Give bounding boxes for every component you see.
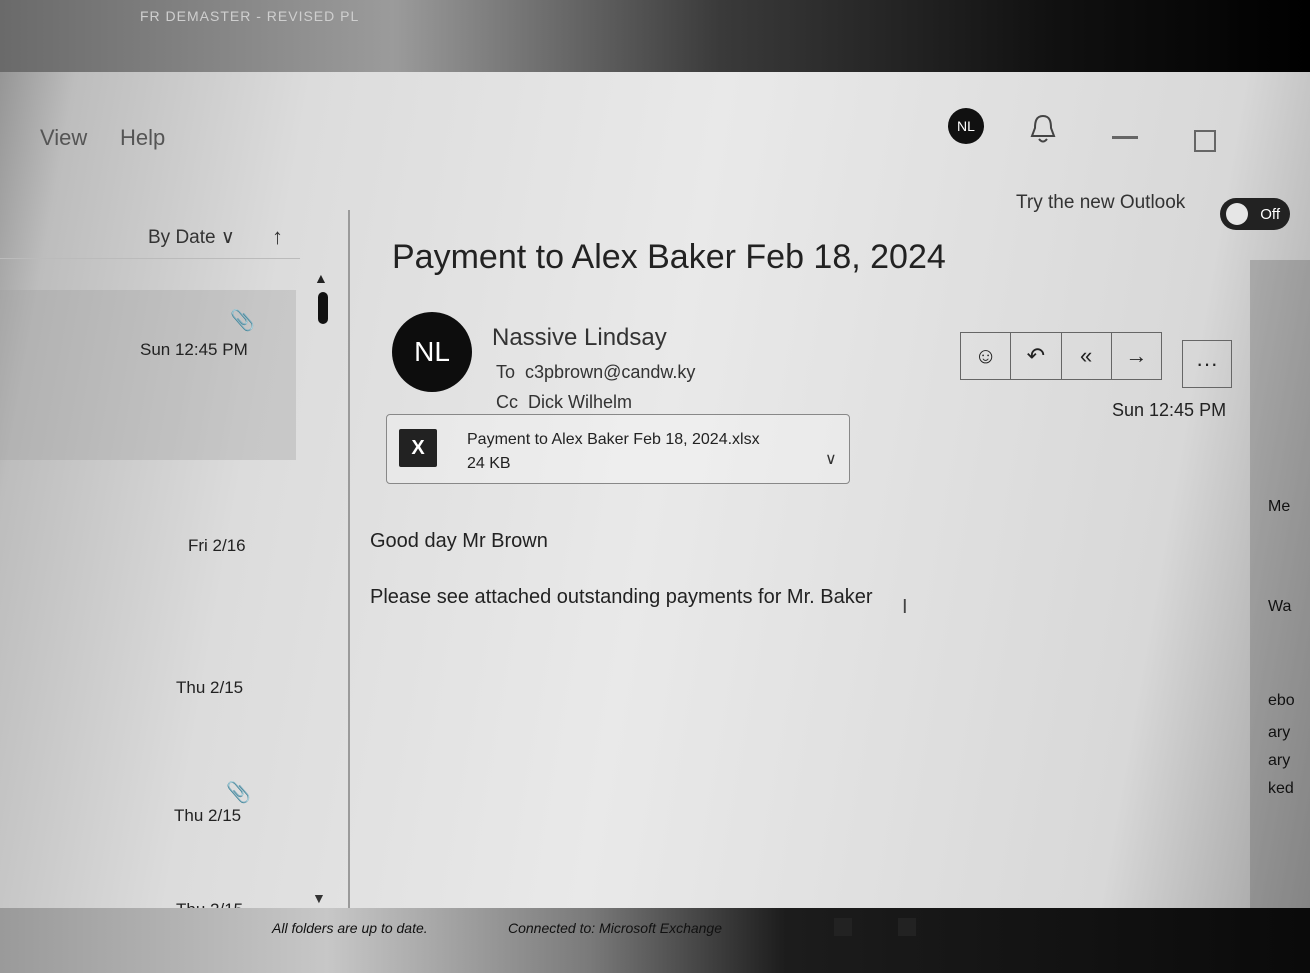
title-bar-text: FR DEMASTER - REVISED PL [140,8,360,24]
message-list: By Date ∨ ↑ 📎 Sun 12:45 PM Fri 2/16 Thu … [0,200,345,945]
to-line: To c3pbrown@candw.ky [496,362,695,383]
reading-view-icon[interactable] [898,918,916,936]
more-actions-button[interactable]: ··· [1182,340,1232,388]
edge-text: ked [1268,780,1294,797]
edge-text: Me [1268,498,1291,515]
list-item-date[interactable]: Thu 2/15 [174,806,241,826]
reading-pane: Payment to Alex Baker Feb 18, 2024 NL Na… [350,200,1290,940]
list-item-date[interactable]: Sun 12:45 PM [140,340,248,360]
paperclip-icon: 📎 [230,310,255,332]
title-bar: FR DEMASTER - REVISED PL [0,0,1310,72]
maximize-icon[interactable] [1194,130,1216,152]
status-sync: All folders are up to date. [272,920,428,936]
reply-button[interactable]: ↶ [1011,333,1062,379]
menu-help[interactable]: Help [120,125,165,151]
reply-all-button[interactable]: « [1062,333,1112,379]
to-label: To [496,362,516,382]
sort-direction-icon[interactable]: ↑ [272,224,283,250]
minimize-icon[interactable] [1112,136,1138,139]
sender-avatar[interactable]: NL [392,312,472,392]
list-item-date[interactable]: Fri 2/16 [188,536,246,556]
list-item-date[interactable]: Thu 2/15 [176,678,243,698]
excel-file-icon: X [399,429,437,467]
message-date: Sun 12:45 PM [1112,400,1227,420]
text-cursor-icon: I [902,596,908,618]
sort-by-date[interactable]: By Date ∨ [148,226,235,249]
normal-view-icon[interactable] [834,918,852,936]
outlook-window: FR DEMASTER - REVISED PL View Help NL Tr… [0,0,1310,973]
menu-bar: View Help [0,95,1310,165]
list-header-divider [0,258,300,259]
attachment-size: 24 KB [467,455,511,472]
message-subject: Payment to Alex Baker Feb 18, 2024 [392,238,946,276]
cc-label: Cc [496,392,518,412]
message-body-text: Please see attached outstanding payments… [370,586,873,608]
bell-icon[interactable] [1028,112,1058,146]
attachment-name: Payment to Alex Baker Feb 18, 2024.xlsx [467,431,760,448]
chevron-down-icon[interactable]: ∨ [825,449,837,469]
scroll-down-icon[interactable]: ▼ [312,890,326,906]
to-recipient[interactable]: c3pbrown@candw.ky [525,362,695,382]
forward-button[interactable]: → [1112,333,1161,379]
sender-name[interactable]: Nassive Lindsay [492,324,667,352]
status-connection: Connected to: Microsoft Exchange [508,920,723,936]
scrollbar-thumb[interactable] [318,292,328,324]
edge-text: ary [1268,724,1291,741]
cc-recipient[interactable]: Dick Wilhelm [528,392,632,412]
paperclip-icon: 📎 [226,782,251,804]
emoji-reaction-button[interactable]: ☺ [961,333,1012,379]
status-bar: All folders are up to date. Connected to… [0,908,1310,973]
edge-text: ary [1268,752,1291,769]
message-actions: ☺ ↶ « → [960,332,1162,380]
account-avatar[interactable]: NL [948,108,984,144]
attachment-card[interactable]: X Payment to Alex Baker Feb 18, 2024.xls… [386,414,850,484]
edge-text: Wa [1268,598,1292,615]
scroll-up-icon[interactable]: ▲ [314,270,328,286]
menu-view[interactable]: View [40,125,87,151]
cc-line: Cc Dick Wilhelm [496,392,632,413]
edge-text: ebo [1268,692,1295,709]
message-body-greeting: Good day Mr Brown [370,530,548,552]
